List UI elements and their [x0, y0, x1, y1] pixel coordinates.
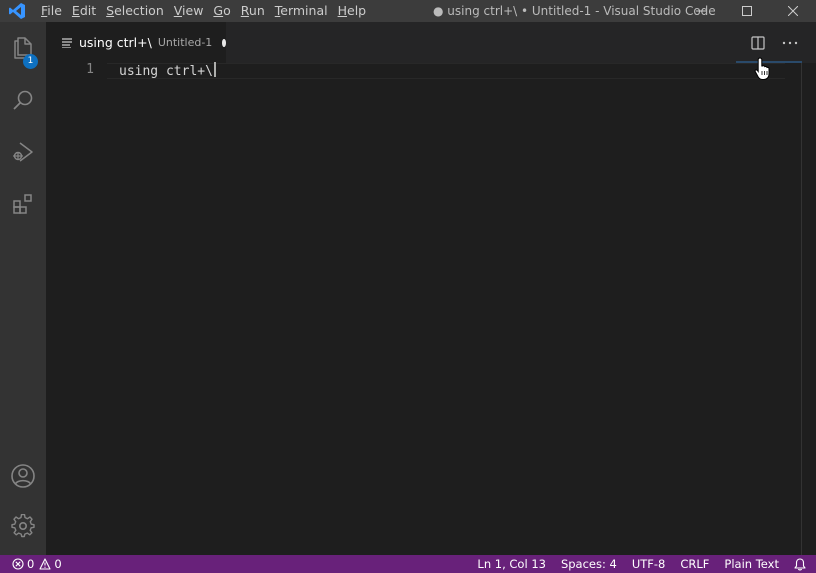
notifications-button[interactable] [794, 555, 806, 573]
line-number: 1 [86, 62, 94, 77]
tab-title: using ctrl+\ [79, 35, 152, 50]
menu-help[interactable]: Help [333, 0, 372, 22]
gear-icon [11, 514, 35, 538]
tab-description: Untitled-1 [157, 36, 213, 49]
error-count-value: 0 [27, 557, 35, 571]
menu-run[interactable]: Run [236, 0, 270, 22]
status-bar-right: Ln 1, Col 13 Spaces: 4 UTF-8 CRLF Plain … [462, 555, 806, 573]
indentation[interactable]: Spaces: 4 [561, 555, 617, 573]
language-mode[interactable]: Plain Text [724, 555, 779, 573]
maximize-icon [742, 6, 752, 16]
account-icon [11, 464, 35, 488]
menu-bar: File Edit Selection View Go Run Terminal… [36, 0, 371, 22]
run-debug-button[interactable] [0, 130, 46, 174]
explorer-badge: 1 [23, 54, 38, 69]
bell-icon [794, 557, 806, 570]
menu-view[interactable]: View [169, 0, 209, 22]
menu-selection[interactable]: Selection [101, 0, 169, 22]
search-button[interactable] [0, 78, 46, 122]
editor-actions [742, 22, 806, 63]
status-bar: 0 0 Ln 1, Col 13 Spaces: 4 UTF-8 CRLF Pl… [0, 555, 816, 573]
split-editor-icon [751, 35, 765, 50]
end-of-line[interactable]: CRLF [680, 555, 709, 573]
vscode-logo-icon [0, 0, 34, 22]
window-title: ● using ctrl+\ • Untitled-1 - Visual Stu… [433, 4, 716, 18]
window-controls [678, 0, 816, 22]
encoding[interactable]: UTF-8 [632, 555, 666, 573]
close-icon [788, 6, 798, 16]
minimize-button[interactable] [678, 0, 724, 22]
menu-edit[interactable]: Edit [67, 0, 101, 22]
code-text: using ctrl+\ [119, 64, 213, 79]
warning-count: 0 [39, 555, 62, 573]
more-actions-button[interactable] [774, 22, 806, 63]
menu-go[interactable]: Go [208, 0, 235, 22]
editor-area[interactable]: 1 using ctrl+\ [46, 61, 816, 555]
maximize-button[interactable] [724, 0, 770, 22]
warning-count-value: 0 [54, 557, 62, 571]
search-icon [13, 90, 33, 110]
explorer-button[interactable]: 1 [0, 26, 46, 70]
cursor-position[interactable]: Ln 1, Col 13 [477, 555, 546, 573]
text-cursor [213, 62, 216, 77]
hand-pointer-icon [754, 57, 772, 81]
title-bar: File Edit Selection View Go Run Terminal… [0, 0, 816, 22]
menu-file[interactable]: File [36, 0, 67, 22]
more-dots-icon [782, 41, 798, 44]
error-count: 0 [12, 555, 34, 573]
unsaved-dot-icon[interactable] [222, 38, 226, 47]
vertical-scrollbar[interactable] [801, 63, 802, 555]
accounts-button[interactable] [0, 454, 46, 498]
close-window-button[interactable] [770, 0, 816, 22]
activity-bar: 1 [0, 22, 46, 555]
tab-bar: using ctrl+\ Untitled-1 [46, 22, 816, 63]
extensions-icon [13, 194, 32, 214]
warning-icon [39, 558, 51, 570]
menu-terminal[interactable]: Terminal [270, 0, 333, 22]
error-icon [12, 558, 24, 570]
manage-button[interactable] [0, 504, 46, 548]
extensions-button[interactable] [0, 182, 46, 226]
problems-indicator[interactable]: 0 0 [12, 555, 62, 573]
minimize-icon [696, 10, 706, 12]
code-line[interactable]: using ctrl+\ [119, 62, 216, 80]
text-file-icon [62, 37, 74, 49]
run-debug-icon [13, 142, 33, 162]
tab-untitled-1[interactable]: using ctrl+\ Untitled-1 [46, 22, 226, 63]
